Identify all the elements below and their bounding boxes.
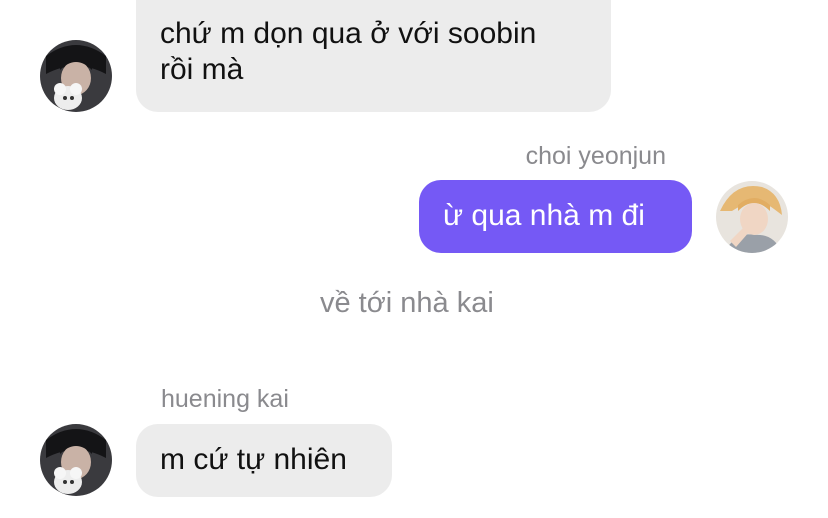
message-text: ừ qua nhà m đi — [443, 199, 645, 232]
message-text-line: chứ m dọn qua ở với soobin — [160, 17, 537, 50]
message-text-line: rồi mà — [160, 53, 244, 86]
sender-name-choi-yeonjun: choi yeonjun — [525, 142, 666, 170]
system-message: về tới nhà kai — [320, 287, 494, 319]
message-bubble-1[interactable]: chứ m dọn qua ở với soobin rồi mà — [136, 0, 611, 112]
message-bubble-4[interactable]: m cứ tự nhiên — [136, 424, 392, 497]
message-text: m cứ tự nhiên — [160, 443, 347, 476]
avatar-choi-yeonjun[interactable] — [716, 181, 788, 253]
avatar-huening-kai[interactable] — [40, 424, 112, 496]
avatar-huening-kai[interactable] — [40, 40, 112, 112]
message-bubble-2[interactable]: ừ qua nhà m đi — [419, 180, 692, 253]
sender-name-huening-kai: huening kai — [161, 385, 289, 413]
